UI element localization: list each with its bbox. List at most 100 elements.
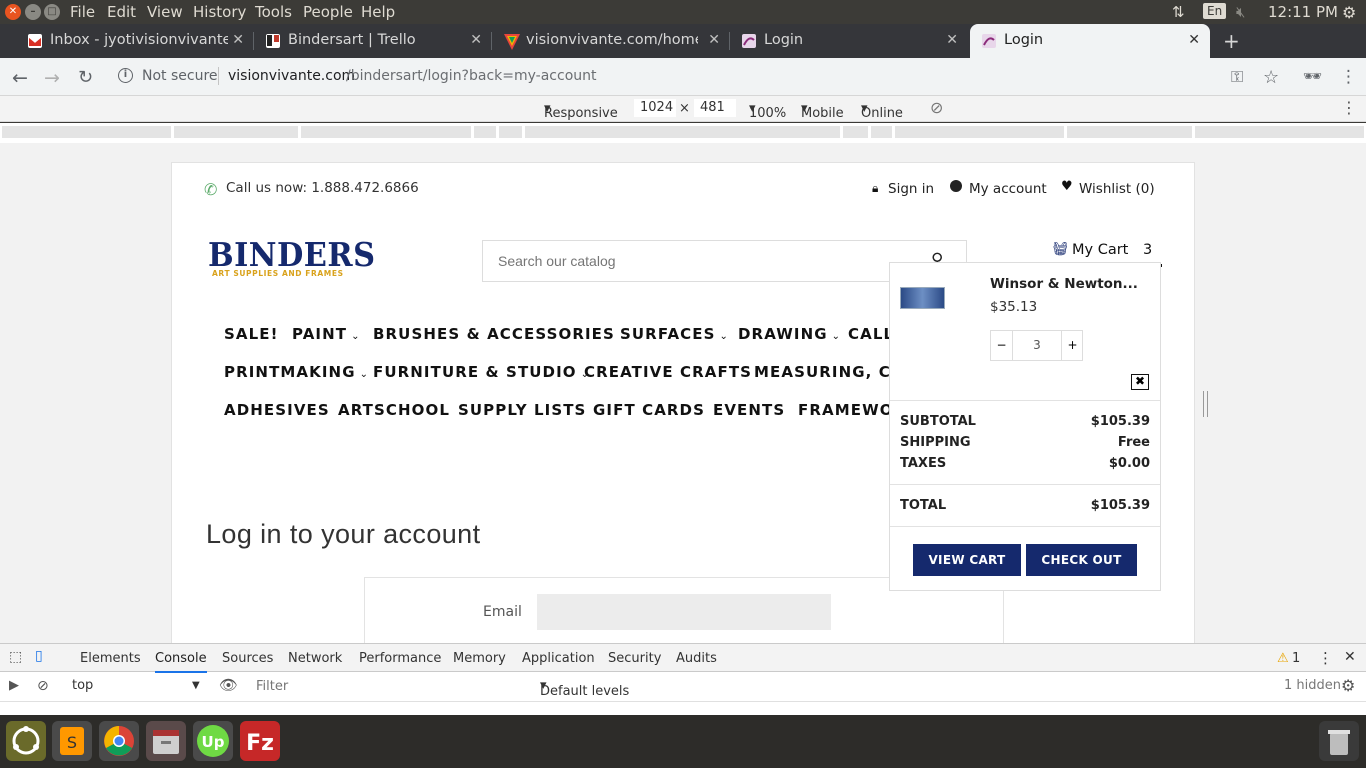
tab-login[interactable]: Login ✕ [730,24,968,58]
tab-visionvivante[interactable]: visionvivante.com/home/ ✕ [492,24,730,58]
key-icon[interactable]: ⚿ [1231,67,1243,87]
devtools-menu-icon[interactable]: ⋮ [1318,649,1333,667]
quantity-input[interactable]: 3 [1013,331,1061,360]
info-icon[interactable]: i [118,68,133,83]
device-type-select[interactable]: Mobile ▾ [801,101,844,121]
new-tab-icon[interactable]: + [1223,29,1240,53]
ruler-segment[interactable] [895,126,1064,138]
keyboard-layout[interactable]: En [1203,3,1227,19]
binders-logo[interactable]: BINDERS ART SUPPLIES AND FRAMES [208,235,378,283]
resize-handle[interactable] [1203,391,1208,417]
close-window-icon[interactable]: ✕ [5,4,21,20]
menu-tools[interactable]: Tools [255,3,292,21]
minimize-window-icon[interactable]: – [25,4,41,20]
tab-security[interactable]: Security [608,651,661,666]
remove-item-icon[interactable]: ✖ [1131,374,1149,390]
network-throttle-select[interactable]: Online ▾ [861,101,903,121]
my-account-link[interactable]: My account [969,181,1047,197]
menu-edit[interactable]: Edit [107,3,136,21]
file-manager-icon[interactable] [146,721,186,761]
tab-login-active[interactable]: Login ✕ [970,24,1210,58]
nav-artschool[interactable]: ARTSCHOOL [338,401,450,419]
omnibox[interactable]: i Not secure visionvivante.com /bindersa… [108,62,1220,92]
email-field[interactable] [537,594,831,630]
menu-file[interactable]: File [70,3,95,21]
close-tab-icon[interactable]: ✕ [946,32,958,48]
sublime-text-icon[interactable]: S [52,721,92,761]
clear-console-icon[interactable]: ⊘ [37,678,49,694]
menu-view[interactable]: View [147,3,183,21]
eye-icon[interactable]: 👁︎ [219,676,238,694]
nav-adhesives[interactable]: ADHESIVES [224,401,330,419]
menu-history[interactable]: History [193,3,246,21]
nav-events[interactable]: EVENTS [713,401,785,419]
chrome-icon[interactable] [99,721,139,761]
warning-icon[interactable]: ⚠ [1277,651,1289,666]
viewport-height-input[interactable]: 481 [694,99,736,117]
tab-trello[interactable]: Bindersart | Trello ✕ [254,24,492,58]
nav-sale[interactable]: SALE! [224,325,279,343]
tab-gmail[interactable]: Inbox - jyotivisionvivante ✕ [16,24,254,58]
view-cart-button[interactable]: VIEW CART [913,544,1021,576]
maximize-window-icon[interactable]: □ [44,4,60,20]
product-name[interactable]: Winsor & Newton... [990,276,1138,292]
rotate-icon[interactable]: ⊘ [930,98,943,117]
ruler-segment[interactable] [474,126,496,138]
ruler-segment[interactable] [1067,126,1192,138]
tab-elements[interactable]: Elements [80,651,141,666]
search-input[interactable] [483,241,923,281]
forward-icon[interactable]: → [44,67,60,89]
tab-audits[interactable]: Audits [676,651,717,666]
filezilla-icon[interactable]: Fz [240,721,280,761]
close-tab-icon[interactable]: ✕ [232,32,244,48]
nav-supply-lists[interactable]: SUPPLY LISTS [458,401,586,419]
nav-printmaking[interactable]: PRINTMAKING ⌄ [224,363,369,381]
console-settings-icon[interactable]: ⚙ [1341,676,1355,695]
viewport-width-input[interactable]: 1024 [634,99,676,117]
media-query-ruler[interactable] [0,123,1366,143]
nav-surfaces[interactable]: SURFACES ⌄ [620,325,729,343]
ubuntu-dash-icon[interactable] [6,721,46,761]
tab-sources[interactable]: Sources [222,651,273,666]
device-toolbar-menu-icon[interactable]: ⋮ [1341,98,1357,117]
tab-memory[interactable]: Memory [453,651,506,666]
warning-count[interactable]: 1 [1292,651,1300,666]
nav-creative-crafts[interactable]: CREATIVE CRAFTS [584,363,752,381]
ruler-segment[interactable] [843,126,868,138]
quantity-minus-button[interactable]: − [991,331,1013,360]
nav-drawing[interactable]: DRAWING ⌄ [738,325,841,343]
sidebar-toggle-icon[interactable]: ▶ [9,678,19,693]
volume-muted-icon[interactable]: 🔇︎ [1236,3,1245,21]
ruler-segment[interactable] [1195,126,1364,138]
tab-application[interactable]: Application [522,651,595,666]
inspect-element-icon[interactable]: ⬚ [9,649,22,665]
ruler-segment[interactable] [174,126,298,138]
trash-icon[interactable] [1319,721,1359,761]
system-settings-icon[interactable]: ⚙ [1342,3,1356,22]
network-arrows-icon[interactable]: ⇅ [1172,3,1185,21]
log-levels-select[interactable]: Default levels ▾ [540,678,629,699]
quantity-plus-button[interactable]: + [1061,331,1083,360]
upwork-icon[interactable]: Up [193,721,233,761]
chrome-menu-icon[interactable]: ⋮ [1340,67,1357,87]
device-toggle-icon[interactable]: ▯ [35,648,43,664]
product-thumbnail[interactable] [900,287,945,309]
ruler-segment[interactable] [525,126,840,138]
nav-furniture[interactable]: FURNITURE & STUDIO ⌄ [373,363,590,381]
clock[interactable]: 12:11 PM [1268,3,1338,21]
ruler-segment[interactable] [301,126,471,138]
back-icon[interactable]: ← [12,67,28,89]
nav-paint[interactable]: PAINT ⌄ [292,325,361,343]
ruler-segment[interactable] [499,126,522,138]
close-devtools-icon[interactable]: ✕ [1344,649,1356,665]
nav-gift-cards[interactable]: GIFT CARDS [593,401,705,419]
ruler-segment[interactable] [2,126,171,138]
wishlist-link[interactable]: Wishlist (0) [1079,181,1155,197]
ruler-segment[interactable] [871,126,892,138]
device-mode-select[interactable]: Responsive ▾ [544,101,618,121]
menu-help[interactable]: Help [361,3,395,21]
zoom-select[interactable]: 100% ▾ [749,101,786,121]
nav-calligraphy[interactable]: CALL [848,325,894,343]
reload-icon[interactable]: ↻ [78,67,93,88]
console-filter-input[interactable] [250,675,532,697]
